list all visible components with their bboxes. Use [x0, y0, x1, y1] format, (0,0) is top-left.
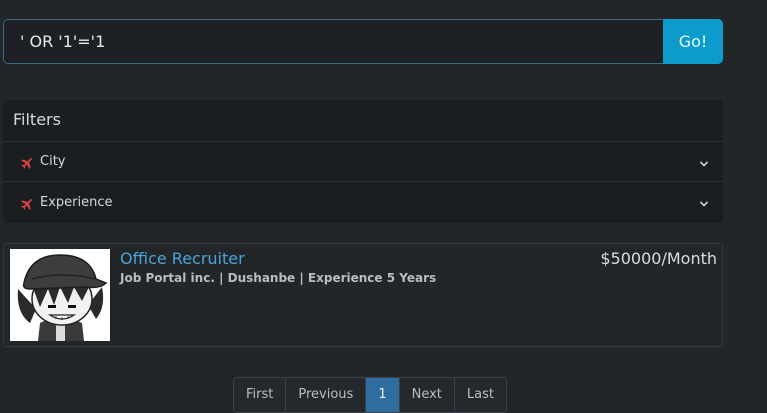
filters-title: Filters — [3, 100, 723, 142]
job-title-link[interactable]: Office Recruiter — [120, 249, 245, 268]
pagination: First Previous 1 Next Last — [233, 377, 507, 413]
filter-city[interactable]: City — [3, 142, 723, 182]
plane-icon — [20, 155, 33, 169]
job-listing-card: Office Recruiter Job Portal inc. | Dusha… — [3, 243, 723, 347]
filter-label: City — [40, 154, 66, 169]
search-bar: Go! — [3, 19, 723, 64]
page-last-button[interactable]: Last — [454, 378, 506, 412]
search-input[interactable] — [3, 19, 663, 64]
filters-panel: Filters City Experience — [3, 100, 723, 223]
page-first-button[interactable]: First — [234, 378, 287, 412]
go-button[interactable]: Go! — [663, 19, 723, 64]
filter-label: Experience — [40, 194, 113, 210]
page-current-button[interactable]: 1 — [366, 378, 400, 412]
page-previous-button[interactable]: Previous — [286, 378, 367, 412]
plane-icon — [20, 196, 33, 210]
chevron-down-icon — [699, 194, 709, 207]
company-avatar — [10, 249, 110, 341]
page-next-button[interactable]: Next — [399, 378, 455, 412]
chevron-down-icon — [699, 154, 709, 167]
job-meta: Job Portal inc. | Dushanbe | Experience … — [120, 271, 437, 285]
filter-experience[interactable]: Experience — [3, 182, 723, 222]
job-salary: $50000/Month — [600, 249, 717, 268]
